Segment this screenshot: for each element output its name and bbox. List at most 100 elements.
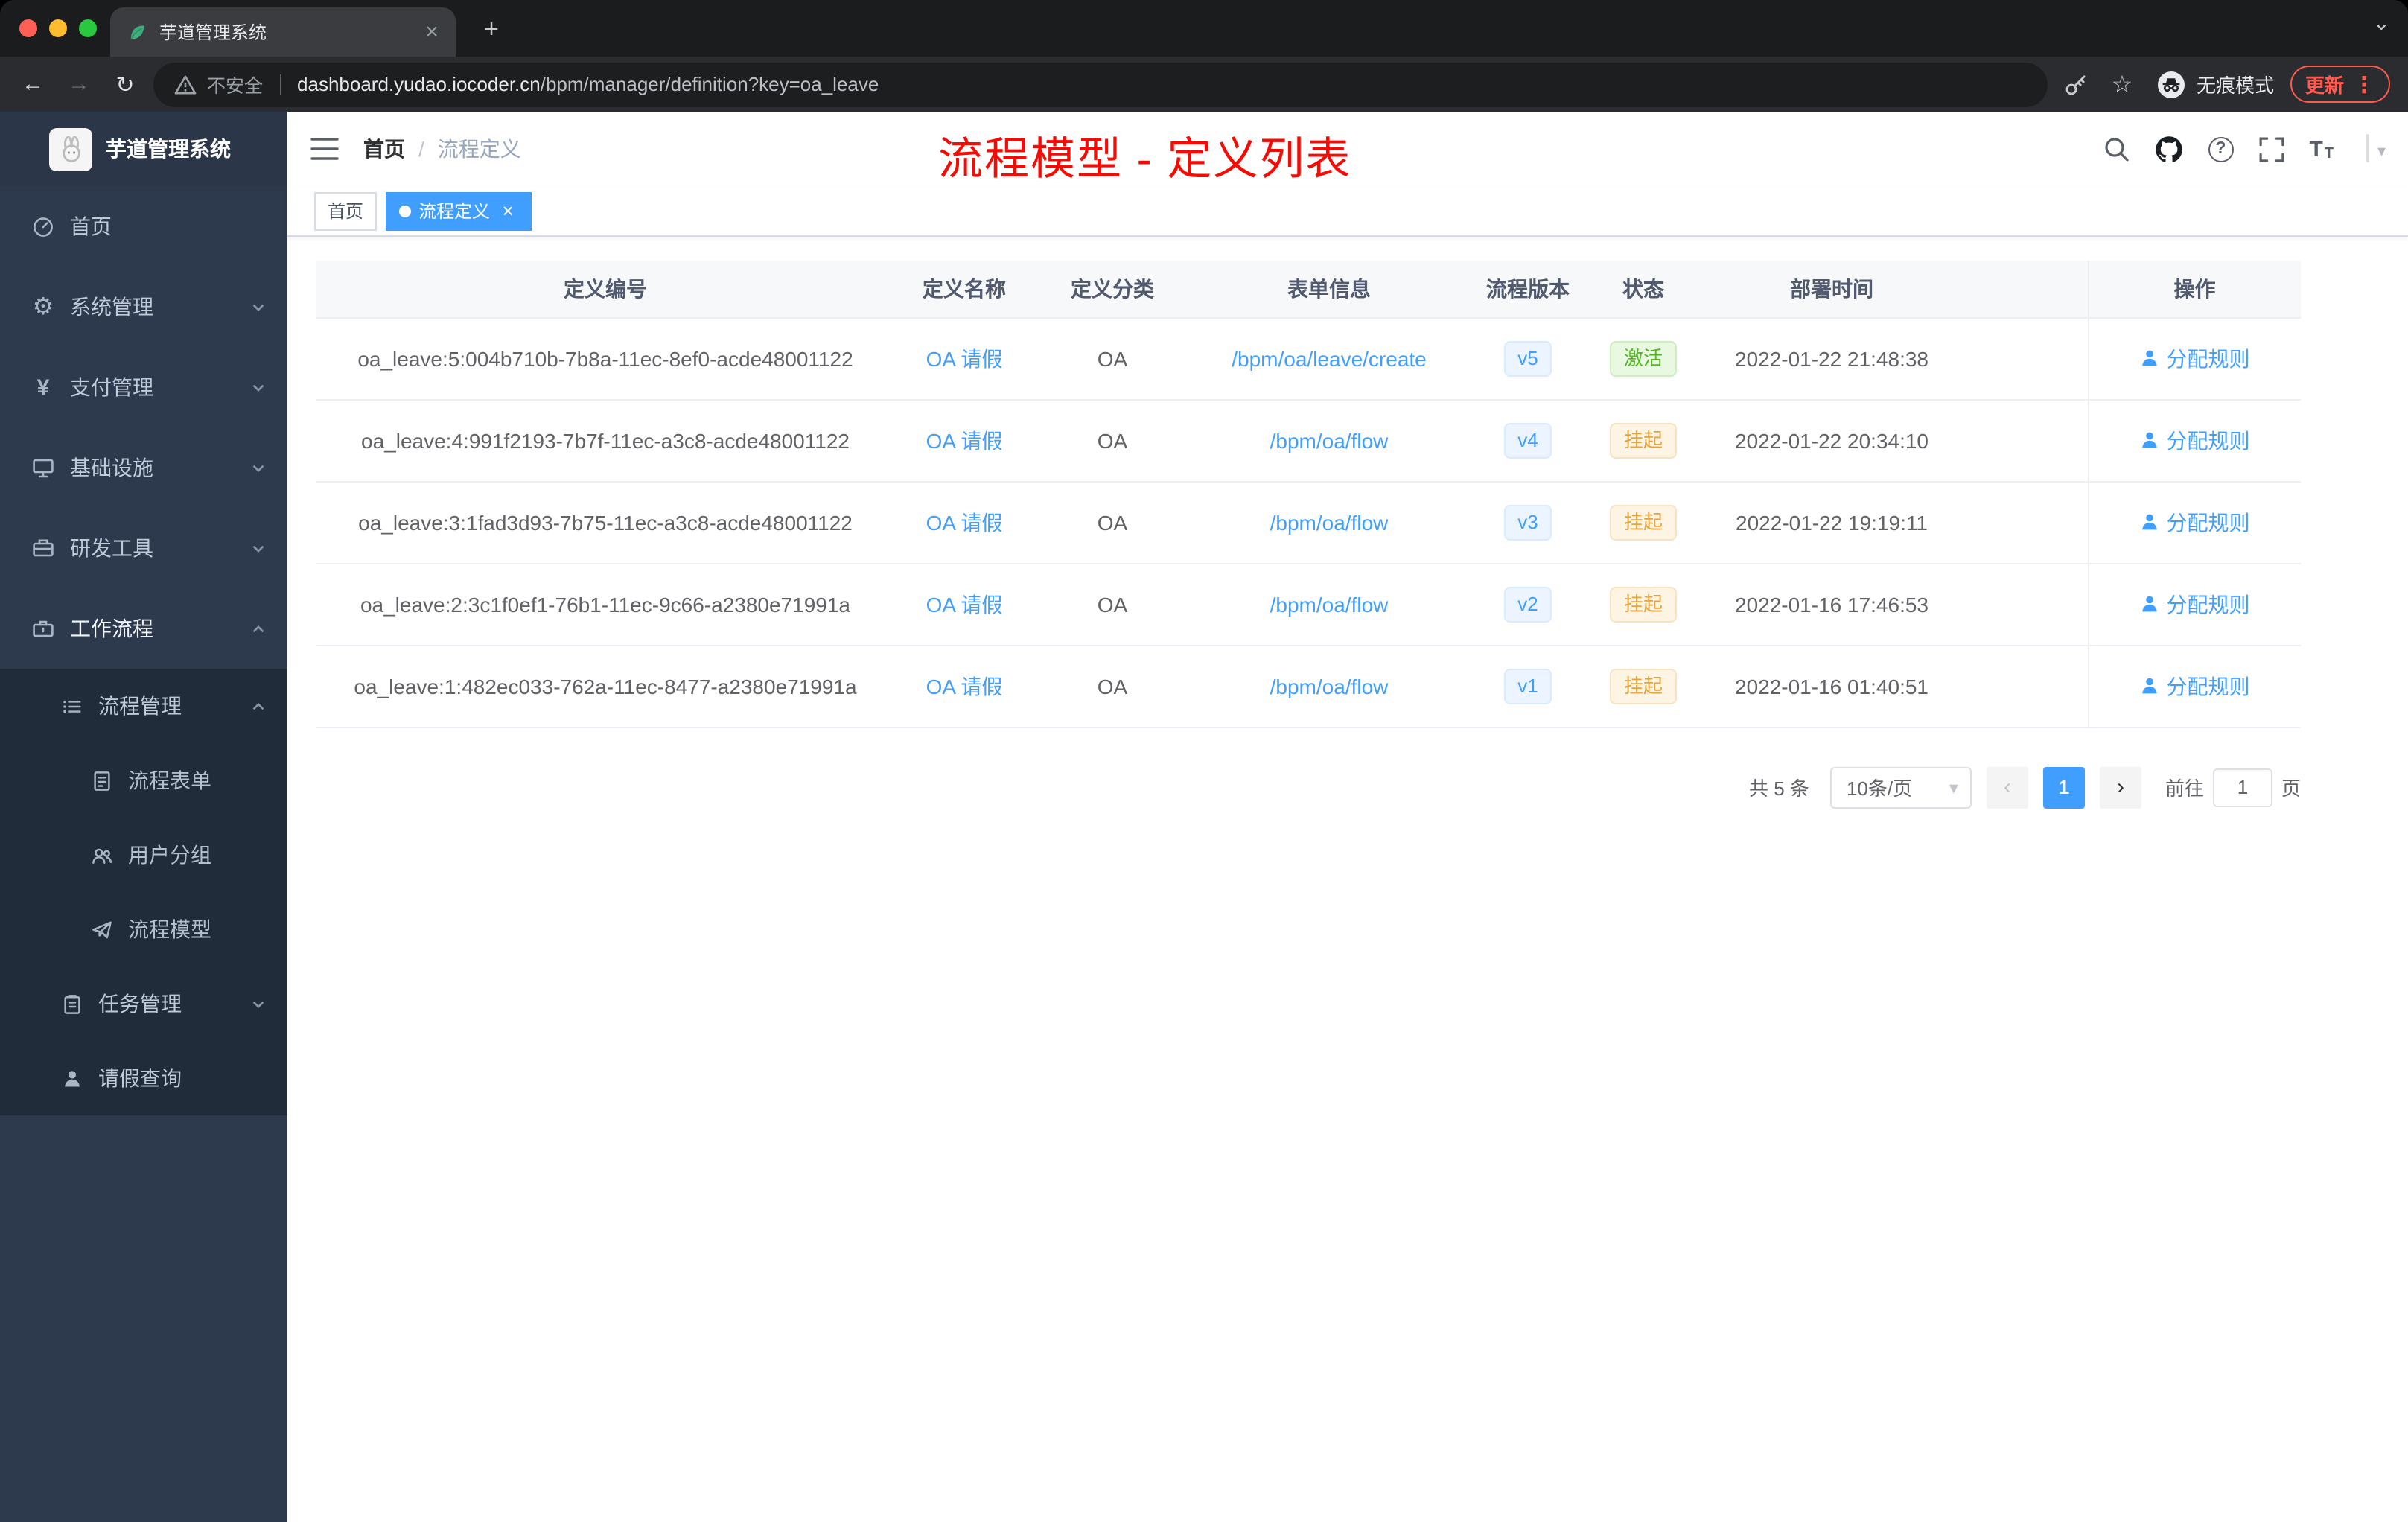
new-tab-button[interactable]: + — [474, 12, 509, 48]
assign-rule-link[interactable]: 分配规则 — [2140, 343, 2250, 373]
assign-rule-link[interactable]: 分配规则 — [2140, 589, 2250, 619]
update-button[interactable]: 更新 ⋮ — [2290, 66, 2390, 103]
incognito-badge[interactable]: 无痕模式 — [2156, 69, 2274, 99]
assign-rule-link[interactable]: 分配规则 — [2140, 671, 2250, 701]
font-size-icon[interactable]: TT — [2309, 136, 2334, 162]
chevron-down-icon — [250, 379, 267, 395]
prev-page-button[interactable]: ‹ — [1986, 766, 2028, 808]
annotation-text: 流程模型 - 定义列表 — [938, 136, 1352, 185]
users-icon — [89, 844, 113, 866]
definition-name-link[interactable]: OA 请假 — [926, 428, 1003, 452]
tag-home[interactable]: 首页 — [314, 191, 378, 230]
sidebar-item-dev-tools[interactable]: 研发工具 — [0, 508, 287, 588]
window-zoom-button[interactable] — [79, 19, 97, 37]
key-icon[interactable] — [2058, 66, 2094, 102]
sidebar-item-process-management[interactable]: 流程管理 — [0, 669, 287, 743]
sidebar-item-label: 研发工具 — [70, 536, 153, 560]
url-text: dashboard.yudao.iocoder.cn/bpm/manager/d… — [297, 73, 879, 95]
refresh-icon[interactable]: ↻ — [107, 66, 143, 102]
help-icon[interactable]: ? — [2208, 136, 2234, 162]
definition-name-link[interactable]: OA 请假 — [926, 346, 1003, 370]
sidebar-item-system[interactable]: ⚙ 系统管理 — [0, 267, 287, 347]
sidebar-item-process-form[interactable]: 流程表单 — [0, 743, 287, 818]
definition-id: oa_leave:4:991f2193-7b7f-11ec-a3c8-acde4… — [316, 399, 895, 482]
version-badge: v5 — [1504, 340, 1552, 376]
sidebar-item-label: 基础设施 — [70, 456, 153, 480]
form-link[interactable]: /bpm/oa/flow — [1270, 428, 1389, 452]
column-header: 定义名称 — [895, 261, 1033, 318]
definition-name-link[interactable]: OA 请假 — [926, 510, 1003, 534]
github-icon[interactable] — [2154, 135, 2182, 163]
back-icon[interactable]: ← — [15, 66, 51, 102]
forward-icon[interactable]: → — [61, 66, 97, 102]
sidebar-item-home[interactable]: 首页 — [0, 186, 287, 267]
definition-id: oa_leave:5:004b710b-7b8a-11ec-8ef0-acde4… — [316, 317, 895, 400]
sidebar-item-label: 支付管理 — [70, 375, 153, 399]
incognito-icon — [2156, 69, 2186, 99]
version-badge: v3 — [1504, 504, 1552, 540]
url-bar[interactable]: 不安全 dashboard.yudao.iocoder.cn/bpm/manag… — [153, 62, 2048, 106]
sidebar-item-infrastructure[interactable]: 基础设施 — [0, 427, 287, 508]
tab-search-icon[interactable]: ⌄ — [2373, 10, 2390, 36]
workflow-submenu: 流程管理 流程表单 用户分组 流程模型 任务管理 请假查询 — [0, 669, 287, 1115]
sidebar-toggle-icon[interactable] — [310, 136, 340, 162]
tag-process-definition[interactable]: 流程定义 × — [386, 191, 532, 230]
sidebar-item-label: 流程管理 — [98, 694, 182, 718]
security-label: 不安全 — [207, 76, 264, 97]
dashboard-icon — [31, 214, 55, 238]
breadcrumb-current: 流程定义 — [437, 137, 521, 161]
table-row: oa_leave:3:1fad3d93-7b75-11ec-a3c8-acde4… — [316, 481, 2301, 564]
window-close-button[interactable] — [19, 19, 37, 37]
tab-close-icon[interactable]: × — [420, 19, 444, 45]
tab-strip: 芋道管理系统 × + ⌄ — [0, 0, 2408, 57]
browser-menu-icon[interactable]: ⋮ — [2353, 71, 2375, 98]
column-header: 流程版本 — [1467, 261, 1589, 318]
sidebar-item-payment[interactable]: ¥ 支付管理 — [0, 347, 287, 427]
sidebar-logo[interactable]: 芋道管理系统 — [0, 112, 287, 186]
bookmark-star-icon[interactable]: ☆ — [2104, 66, 2140, 102]
app-title: 芋道管理系统 — [106, 137, 231, 161]
fullscreen-icon[interactable] — [2258, 136, 2284, 162]
breadcrumb-home[interactable]: 首页 — [363, 134, 405, 164]
page-number-button[interactable]: 1 — [2042, 766, 2085, 808]
user-avatar[interactable]: ▾ — [2366, 134, 2386, 162]
spacer — [1966, 317, 2088, 400]
definition-name-link[interactable]: OA 请假 — [926, 592, 1003, 616]
definition-category: OA — [1033, 563, 1191, 646]
sidebar-item-task-management[interactable]: 任务管理 — [0, 967, 287, 1041]
form-link[interactable]: /bpm/oa/flow — [1270, 592, 1389, 616]
column-header: 定义编号 — [316, 261, 895, 318]
next-page-button[interactable]: › — [2099, 766, 2141, 808]
goto-page-input[interactable] — [2212, 768, 2272, 806]
avatar-image — [2366, 134, 2369, 162]
page-size-select[interactable]: 10条/页 ▾ — [1829, 766, 1972, 808]
deploy-time: 2022-01-16 17:46:53 — [1698, 563, 1966, 646]
sidebar-item-user-group[interactable]: 用户分组 — [0, 818, 287, 892]
incognito-label: 无痕模式 — [2196, 74, 2274, 97]
status-badge: 激活 — [1610, 340, 1676, 376]
screen: 芋道管理系统 × + ⌄ ← → ↻ 不安全 dashboard.yudao.i… — [0, 0, 2408, 1522]
clipboard-icon — [60, 993, 83, 1015]
navbar-icons: ? TT ▾ — [2102, 134, 2387, 163]
search-icon[interactable] — [2102, 136, 2129, 162]
assign-rule-link[interactable]: 分配规则 — [2140, 507, 2250, 537]
sidebar-item-leave-query[interactable]: 请假查询 — [0, 1041, 287, 1115]
form-link[interactable]: /bpm/oa/flow — [1270, 510, 1389, 534]
briefcase-icon — [31, 617, 55, 640]
breadcrumb-separator: / — [418, 137, 424, 161]
sidebar-item-label: 用户分组 — [128, 843, 211, 867]
sidebar-item-workflow[interactable]: 工作流程 — [0, 588, 287, 669]
spacer — [1966, 645, 2088, 727]
definition-name-link[interactable]: OA 请假 — [926, 674, 1003, 698]
form-link[interactable]: /bpm/oa/leave/create — [1232, 346, 1427, 370]
sidebar-item-process-model[interactable]: 流程模型 — [0, 892, 287, 967]
assign-rule-link[interactable]: 分配规则 — [2140, 425, 2250, 455]
window-minimize-button[interactable] — [49, 19, 67, 37]
version-badge: v1 — [1504, 668, 1552, 704]
chevron-down-icon — [250, 299, 267, 315]
browser-tab[interactable]: 芋道管理系统 × — [110, 7, 456, 57]
tag-close-icon[interactable]: × — [497, 200, 518, 222]
form-link[interactable]: /bpm/oa/flow — [1270, 674, 1389, 698]
active-dot — [399, 205, 412, 217]
definition-category: OA — [1033, 399, 1191, 482]
